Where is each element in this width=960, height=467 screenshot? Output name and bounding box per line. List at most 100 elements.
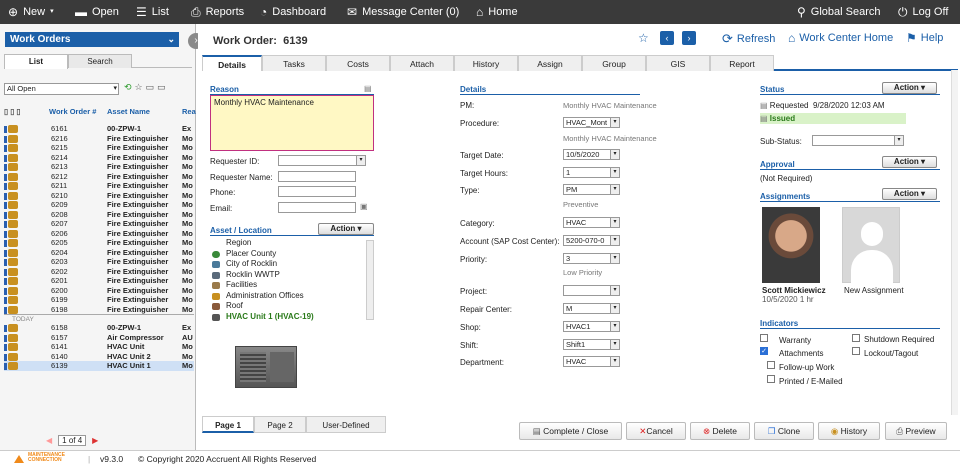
shutdown-checkbox[interactable]: [852, 334, 860, 342]
tab-attach[interactable]: Attach: [390, 55, 454, 71]
target-hours-select[interactable]: 1 ▾: [563, 167, 620, 178]
project-select[interactable]: ▾: [563, 285, 620, 296]
category-select[interactable]: HVAC ▾: [563, 217, 620, 228]
complete-close-button[interactable]: ▤ Complete / Close: [519, 422, 622, 440]
list-item[interactable]: 6141 HVAC Unit Mo: [4, 342, 194, 352]
tree-item-roof[interactable]: Roof: [210, 301, 365, 312]
repair-center-select[interactable]: M ▾: [563, 303, 620, 314]
approval-action-button[interactable]: Action ▾: [882, 156, 937, 168]
star-icon[interactable]: ☆: [135, 82, 146, 92]
assignments-action-button[interactable]: Action ▾: [882, 188, 937, 200]
list-item[interactable]: 6206 Fire Extinguisher Mo: [4, 229, 194, 239]
email-input[interactable]: [278, 202, 356, 213]
column-asset-name[interactable]: Asset Name: [107, 107, 150, 116]
asset-action-button[interactable]: Action ▾: [318, 223, 374, 235]
status-action-button[interactable]: Action ▾: [882, 82, 937, 94]
list-item[interactable]: 6203 Fire Extinguisher Mo: [4, 257, 194, 267]
dashboard-button[interactable]: ◔ Dashboard: [260, 5, 326, 19]
followup-checkbox[interactable]: [767, 361, 775, 369]
list-item[interactable]: 6207 Fire Extinguisher Mo: [4, 219, 194, 229]
shop-select[interactable]: HVAC1 ▾: [563, 321, 620, 332]
list-item[interactable]: 6139 HVAC Unit 1 Mo: [4, 361, 194, 371]
clone-button[interactable]: ❐ Clone: [754, 422, 814, 440]
tab-tasks[interactable]: Tasks: [262, 55, 326, 71]
help-button[interactable]: ⚑ Help: [906, 31, 943, 45]
list-button[interactable]: ☰ List: [136, 5, 169, 19]
assignee-avatar[interactable]: [762, 207, 820, 283]
tree-item-administration-offices[interactable]: Administration Offices: [210, 291, 365, 302]
tab-assign[interactable]: Assign: [518, 55, 582, 71]
list-item[interactable]: 6158 00-ZPW-1 Ex: [4, 323, 194, 333]
open-button[interactable]: ▬ Open: [75, 5, 119, 19]
type-select[interactable]: PM ▾: [563, 184, 620, 195]
phone-input[interactable]: [278, 186, 356, 197]
list-item[interactable]: 6213 Fire Extinguisher Mo: [4, 162, 194, 172]
detail-scrollbar[interactable]: [951, 70, 958, 415]
shift-select[interactable]: Shift1 ▾: [563, 339, 620, 350]
tab-page-2[interactable]: Page 2: [254, 416, 306, 433]
list-item[interactable]: 6199 Fire Extinguisher Mo: [4, 295, 194, 305]
tab-group[interactable]: Group: [582, 55, 646, 71]
export-icon[interactable]: ▭: [157, 82, 169, 92]
tree-item-hvac-unit-1[interactable]: HVAC Unit 1 (HVAC-19): [210, 312, 365, 323]
cancel-button[interactable]: ✕Cancel: [626, 422, 686, 440]
tab-costs[interactable]: Costs: [326, 55, 390, 71]
reason-textarea[interactable]: Monthly HVAC Maintenance: [210, 95, 374, 151]
notes-icon[interactable]: ▤: [364, 84, 372, 93]
list-item[interactable]: 6212 Fire Extinguisher Mo: [4, 172, 194, 182]
home-button[interactable]: ⌂ Home: [476, 5, 518, 19]
list-item[interactable]: 6202 Fire Extinguisher Mo: [4, 267, 194, 277]
list-filter-select[interactable]: All Open ▾: [4, 83, 119, 95]
preview-button[interactable]: ⎙ Preview: [885, 422, 947, 440]
message-center-button[interactable]: ✉ Message Center (0): [347, 5, 459, 19]
reports-button[interactable]: ⎙ Reports: [191, 5, 244, 19]
next-record-button[interactable]: ›: [682, 31, 696, 45]
list-item[interactable]: 6214 Fire Extinguisher Mo: [4, 153, 194, 163]
list-item[interactable]: 6204 Fire Extinguisher Mo: [4, 248, 194, 258]
tree-item-region[interactable]: Region: [210, 238, 365, 249]
next-page-icon[interactable]: ▶: [92, 436, 98, 445]
refresh-icon[interactable]: ⟲: [124, 82, 135, 92]
priority-select[interactable]: 3 ▾: [563, 253, 620, 264]
refresh-button[interactable]: ⟳ Refresh: [722, 31, 775, 47]
address-book-icon[interactable]: ▣: [360, 202, 368, 211]
tab-report[interactable]: Report: [710, 55, 774, 71]
module-selector[interactable]: Work Orders ⌄: [5, 32, 179, 47]
printed-checkbox[interactable]: [767, 375, 775, 383]
requester-id-select[interactable]: ▾: [278, 155, 366, 166]
list-item[interactable]: 6157 Air Compressor AU: [4, 333, 194, 343]
tab-user-defined[interactable]: User-Defined: [306, 416, 386, 433]
list-item[interactable]: 6201 Fire Extinguisher Mo: [4, 276, 194, 286]
tab-list[interactable]: List: [4, 54, 68, 69]
tree-item-facilities[interactable]: Facilities: [210, 280, 365, 291]
column-reason[interactable]: Rea: [182, 107, 196, 116]
list-item[interactable]: 6209 Fire Extinguisher Mo: [4, 200, 194, 210]
tree-item-city-of-rocklin[interactable]: City of Rocklin: [210, 259, 365, 270]
list-item[interactable]: 6211 Fire Extinguisher Mo: [4, 181, 194, 191]
layout-icon[interactable]: ▭: [146, 82, 158, 92]
list-item[interactable]: 6216 Fire Extinguisher Mo: [4, 134, 194, 144]
list-item[interactable]: 6140 HVAC Unit 2 Mo: [4, 352, 194, 362]
tab-history[interactable]: History: [454, 55, 518, 71]
lockout-checkbox[interactable]: [852, 347, 860, 355]
history-button[interactable]: ◉ History: [818, 422, 880, 440]
favorite-star-icon[interactable]: ☆: [638, 31, 649, 45]
logoff-button[interactable]: ⏻ Log Off: [898, 5, 948, 19]
tab-gis[interactable]: GIS: [646, 55, 710, 71]
attachments-checkbox[interactable]: ✓: [760, 347, 768, 355]
global-search-button[interactable]: ⚲ Global Search: [797, 5, 881, 19]
work-center-home-button[interactable]: ⌂ Work Center Home: [788, 31, 893, 45]
delete-button[interactable]: ⊗ Delete: [690, 422, 750, 440]
page-select[interactable]: 1 of 4: [58, 435, 87, 446]
procedure-select[interactable]: HVAC_Mont ▾: [563, 117, 620, 128]
tree-item-placer-county[interactable]: Placer County: [210, 249, 365, 260]
list-item[interactable]: 6205 Fire Extinguisher Mo: [4, 238, 194, 248]
list-item[interactable]: 6215 Fire Extinguisher Mo: [4, 143, 194, 153]
account-select[interactable]: 5200-070-0 ▾: [563, 235, 620, 246]
list-item[interactable]: 6210 Fire Extinguisher Mo: [4, 191, 194, 201]
tree-item-rocklin-wwtp[interactable]: Rocklin WWTP: [210, 270, 365, 281]
prev-page-icon[interactable]: ◀: [46, 436, 52, 445]
column-work-order[interactable]: Work Order #: [49, 107, 96, 116]
tab-page-1[interactable]: Page 1: [202, 416, 254, 433]
warranty-checkbox[interactable]: [760, 334, 768, 342]
